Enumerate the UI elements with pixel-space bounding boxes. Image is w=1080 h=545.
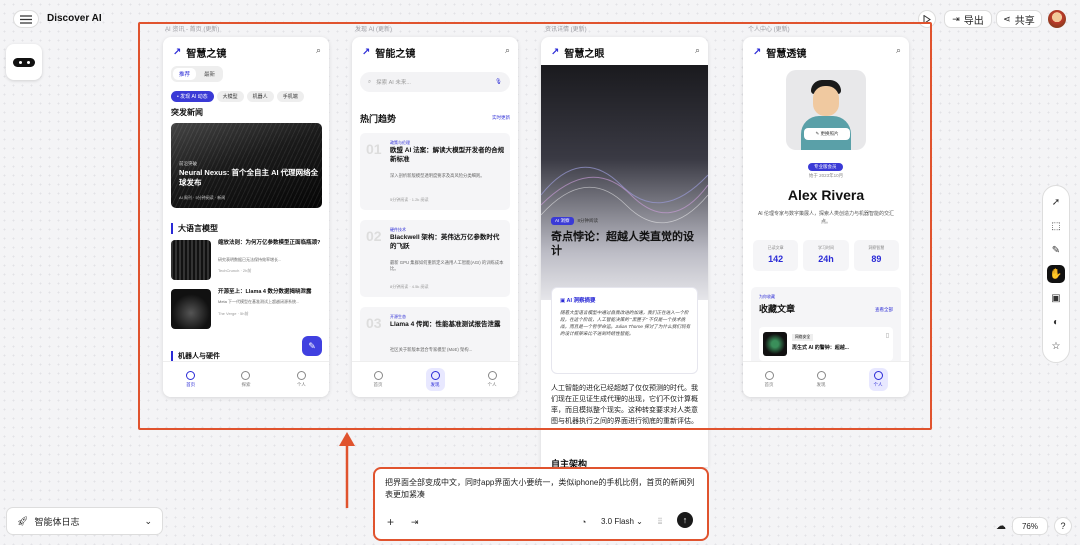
- annotation-box-phones: [138, 22, 932, 430]
- help-button[interactable]: ?: [1054, 517, 1072, 535]
- article-subhead: 自主架构: [551, 459, 588, 467]
- right-toolbar: ➚ ⬚ ✎ ✋ ▣ ◐ ☆: [1042, 185, 1070, 363]
- agent-log-button[interactable]: 🚀︎ 智能体日志 ⌄: [6, 507, 163, 535]
- annotation-arrow: [339, 432, 355, 508]
- menu-button[interactable]: [13, 10, 39, 28]
- model-select[interactable]: 3.0 Flash ⌄: [601, 517, 643, 526]
- prompt-panel: 把界面全部变成中文，同时app界面大小要统一，类似iphone的手机比例，首页的…: [373, 467, 709, 541]
- user-avatar[interactable]: [1048, 10, 1066, 28]
- zoom-level[interactable]: 76%: [1012, 517, 1048, 535]
- chevron-down-icon: ⌄: [636, 517, 643, 526]
- send-button[interactable]: ↑: [677, 512, 693, 528]
- select-icon[interactable]: ⬚: [1047, 217, 1065, 235]
- arrow-up-icon: ↑: [682, 515, 688, 525]
- share-button[interactable]: ⋖ 共享: [996, 10, 1042, 28]
- palette-icon[interactable]: ◐: [1047, 313, 1065, 331]
- image-icon[interactable]: ▣: [1047, 289, 1065, 307]
- voice-icon[interactable]: ⦙⦙: [658, 516, 662, 527]
- share-label: 共享: [1014, 15, 1035, 27]
- export-button[interactable]: ⇥ 导出: [944, 10, 992, 28]
- hand-icon[interactable]: ✋: [1047, 265, 1065, 283]
- rocket-icon: 🚀︎: [17, 515, 29, 526]
- cursor-icon[interactable]: ➚: [1047, 193, 1065, 211]
- palette-button[interactable]: ◔: [581, 517, 586, 527]
- add-button[interactable]: +: [387, 515, 394, 529]
- toggle-icon: [13, 57, 35, 67]
- pen-icon[interactable]: ✎: [1047, 241, 1065, 259]
- share-icon: ⋖: [1003, 13, 1011, 24]
- star-icon[interactable]: ☆: [1047, 337, 1065, 355]
- left-widget[interactable]: [6, 44, 42, 80]
- attach-icon[interactable]: ⇥: [411, 517, 419, 528]
- menu-icon: [20, 14, 32, 24]
- chevron-down-icon: ⌄: [144, 515, 152, 526]
- export-label: 导出: [963, 15, 984, 27]
- export-icon: ⇥: [952, 13, 960, 24]
- app-title: Discover AI: [47, 13, 102, 24]
- cloud-icon[interactable]: ☁: [996, 521, 1006, 532]
- prompt-input[interactable]: 把界面全部变成中文，同时app界面大小要统一，类似iphone的手机比例，首页的…: [385, 477, 697, 500]
